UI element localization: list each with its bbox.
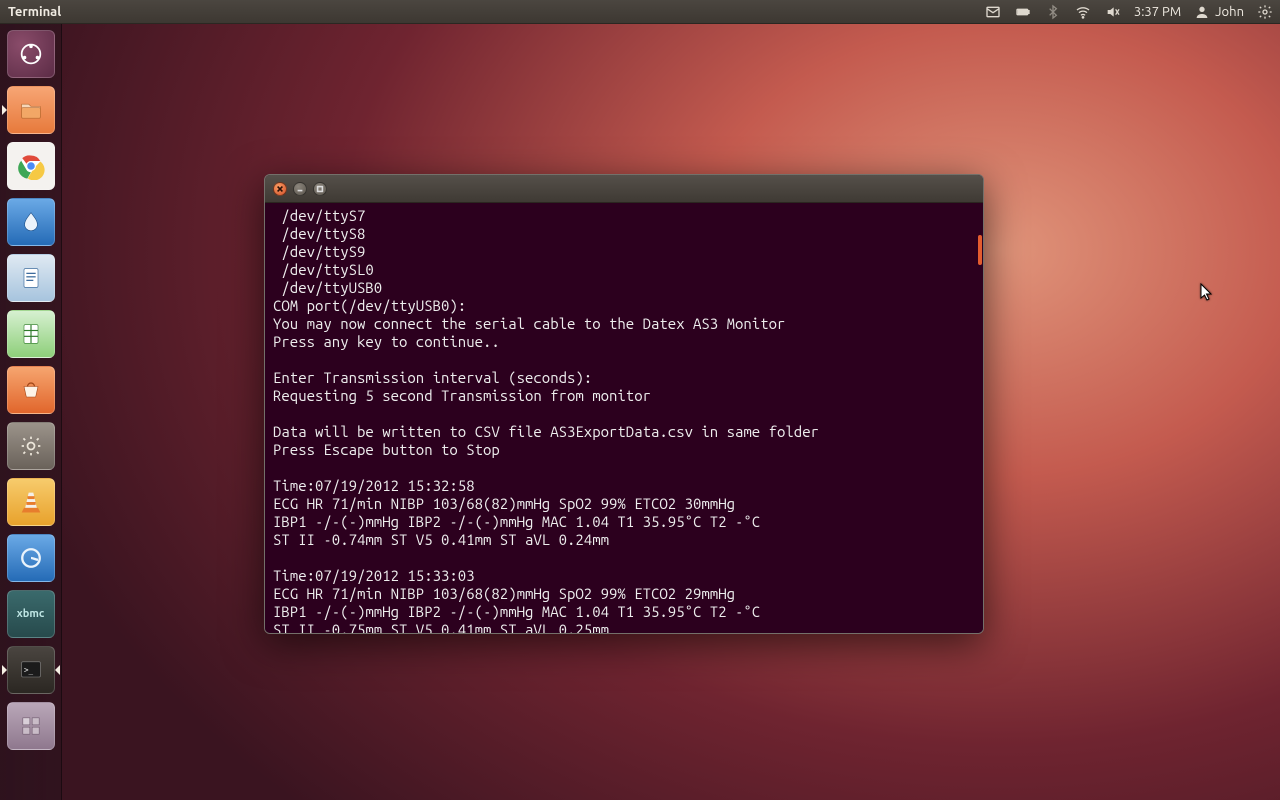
close-button[interactable] (273, 182, 287, 196)
network-icon[interactable] (1074, 3, 1092, 21)
terminal-scrollbar[interactable] (978, 235, 982, 265)
launcher-vlc[interactable] (7, 478, 55, 526)
terminal-window[interactable]: /dev/ttyS7 /dev/ttyS8 /dev/ttyS9 /dev/tt… (264, 174, 984, 634)
launcher-chrome[interactable] (7, 142, 55, 190)
launcher-files[interactable] (7, 86, 55, 134)
launcher-deluge[interactable] (7, 198, 55, 246)
svg-text:>_: >_ (24, 665, 34, 674)
launcher-workspace-switcher[interactable] (7, 702, 55, 750)
bluetooth-icon[interactable] (1044, 3, 1062, 21)
launcher-software-center[interactable] (7, 366, 55, 414)
gear-icon[interactable] (1256, 3, 1274, 21)
user-menu[interactable]: John (1193, 3, 1244, 21)
launcher: xbmc >_ (0, 24, 62, 800)
launcher-settings[interactable] (7, 422, 55, 470)
battery-icon[interactable] (1014, 3, 1032, 21)
top-panel: Terminal 3:37 PM John (0, 0, 1280, 24)
minimize-button[interactable] (293, 182, 307, 196)
launcher-xbmc[interactable]: xbmc (7, 590, 55, 638)
user-label: John (1215, 5, 1244, 19)
launcher-calc[interactable] (7, 310, 55, 358)
launcher-writer[interactable] (7, 254, 55, 302)
launcher-qt[interactable] (7, 534, 55, 582)
system-tray: 3:37 PM John (984, 3, 1274, 21)
launcher-dash[interactable] (7, 30, 55, 78)
active-app-label: Terminal (8, 5, 61, 19)
user-icon (1193, 3, 1211, 21)
mail-icon[interactable] (984, 3, 1002, 21)
mouse-cursor (1200, 283, 1214, 303)
clock[interactable]: 3:37 PM (1134, 5, 1181, 19)
terminal-output[interactable]: /dev/ttyS7 /dev/ttyS8 /dev/ttyS9 /dev/tt… (265, 203, 983, 633)
launcher-terminal[interactable]: >_ (7, 646, 55, 694)
xbmc-label: xbmc (17, 608, 44, 620)
terminal-titlebar[interactable] (265, 175, 983, 203)
maximize-button[interactable] (313, 182, 327, 196)
volume-icon[interactable] (1104, 3, 1122, 21)
